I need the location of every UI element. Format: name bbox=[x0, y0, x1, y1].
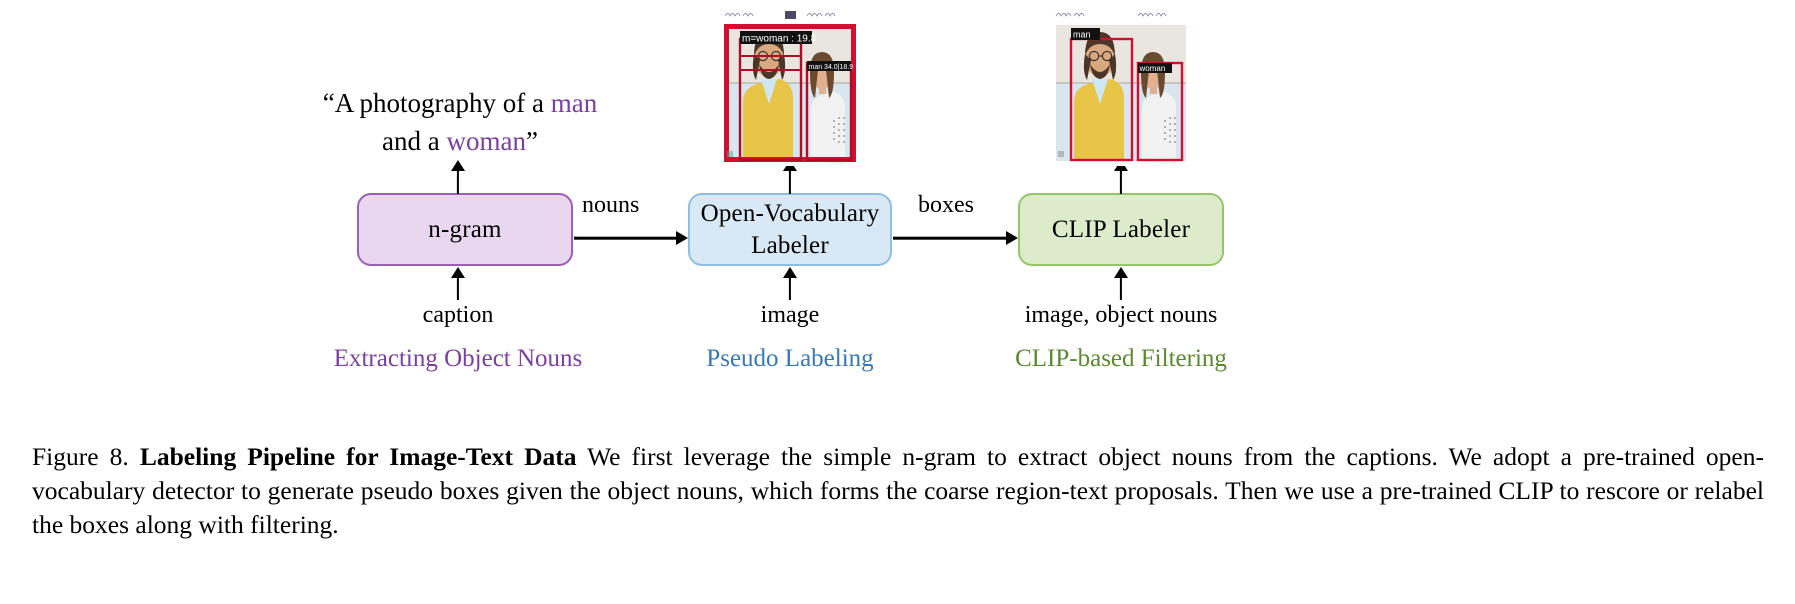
pipeline-box-open-vocabulary-labeler-label: Open-Vocabulary Labeler bbox=[700, 199, 880, 259]
arrow-head-icon bbox=[1006, 231, 1018, 245]
arrow-head-icon bbox=[451, 267, 465, 278]
arrow-shaft bbox=[1119, 277, 1123, 300]
edge-label-nouns: nouns bbox=[582, 192, 640, 218]
thumbnail-pseudo-labeled-photo: m=woman : 19.8 man 34.0|18.9 bbox=[721, 6, 859, 166]
input-label-image-object-nouns: image, object nouns bbox=[1024, 302, 1218, 328]
input-label-caption: caption bbox=[422, 302, 494, 328]
figure-caption-line-1: We first leverage the simple n-gram to e… bbox=[587, 442, 1550, 471]
arrow-shaft bbox=[1119, 170, 1123, 194]
prompt-noun-man: man bbox=[550, 88, 598, 118]
prompt-line-1-prefix: “A photography of a bbox=[322, 88, 551, 118]
prompt-line-2: and a woman” bbox=[310, 122, 610, 160]
figure-number: Figure 8. bbox=[32, 442, 129, 471]
arrow-head-icon bbox=[451, 160, 465, 171]
arrow-ngram-to-labeler bbox=[574, 229, 688, 247]
arrow-shaft bbox=[574, 236, 679, 240]
arrow-ngram-output-up bbox=[449, 160, 467, 194]
arrow-shaft bbox=[788, 277, 792, 300]
caption-prompt-text: “A photography of a man and a woman” bbox=[310, 84, 610, 160]
arrow-head-icon bbox=[676, 231, 688, 245]
pipeline-box-clip-labeler[interactable]: CLIP Labeler bbox=[1018, 193, 1224, 266]
input-label-image: image bbox=[760, 302, 820, 328]
pipeline-box-open-vocabulary-labeler[interactable]: Open-Vocabulary Labeler bbox=[688, 193, 892, 266]
prompt-noun-woman: woman bbox=[446, 126, 526, 156]
detection-label-man-340: man 34.0|18.9 bbox=[809, 64, 854, 71]
arrow-shaft bbox=[788, 170, 792, 194]
arrow-labeler-to-clip bbox=[893, 229, 1018, 247]
arrow-shaft bbox=[893, 236, 1009, 240]
pipeline-box-clip-labeler-label: CLIP Labeler bbox=[1051, 215, 1191, 243]
edge-label-boxes: boxes bbox=[918, 192, 974, 218]
prompt-line-2-suffix: ” bbox=[525, 126, 538, 156]
pipeline-box-ngram-label: n-gram bbox=[428, 215, 502, 243]
arrow-image-into-labeler bbox=[781, 267, 799, 300]
pipeline-box-ngram[interactable]: n-gram bbox=[357, 193, 573, 266]
arrow-image-nouns-into-clip bbox=[1112, 267, 1130, 300]
figure-bold-title: Labeling Pipeline for Image-Text Data bbox=[139, 442, 577, 471]
arrow-caption-into-ngram bbox=[449, 267, 467, 300]
detection-label-man: man bbox=[1073, 30, 1091, 40]
arrow-head-icon bbox=[1114, 267, 1128, 278]
arrow-head-icon bbox=[783, 267, 797, 278]
arrow-shaft bbox=[456, 170, 460, 194]
stage-label-clip-based-filtering: CLIP-based Filtering bbox=[1015, 345, 1227, 372]
figure-caption: Figure 8. Labeling Pipeline for Image-Te… bbox=[32, 440, 1764, 542]
detection-label-woman: woman bbox=[1139, 64, 1166, 73]
thumbnail-clip-filtered-photo: man woman bbox=[1052, 6, 1190, 166]
detection-label-man-198: m=woman : 19.8 bbox=[742, 34, 817, 45]
prompt-line-1: “A photography of a man bbox=[323, 88, 597, 118]
stage-label-pseudo-labeling: Pseudo Labeling bbox=[706, 345, 874, 372]
prompt-line-2-prefix: and a bbox=[382, 126, 447, 156]
arrow-shaft bbox=[456, 277, 460, 300]
stage-label-extracting-object-nouns: Extracting Object Nouns bbox=[333, 345, 583, 372]
